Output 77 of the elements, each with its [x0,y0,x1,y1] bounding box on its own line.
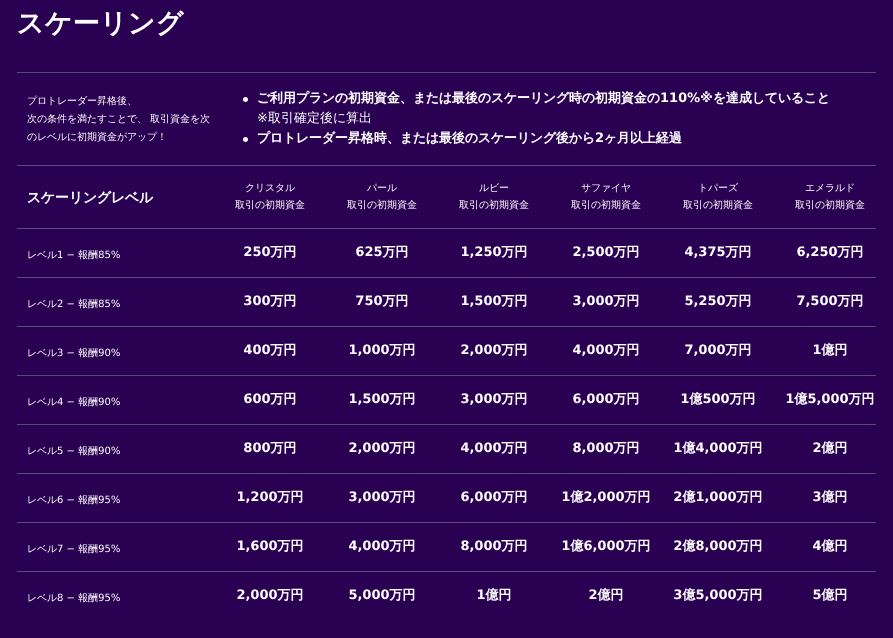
table-cell-text: 7,500万円 [796,293,864,312]
table-cell-text: 4億円 [812,538,848,556]
table-cell-text: 3億5,000万円 [673,586,763,606]
table-cell-text: 5,000万円 [348,587,416,606]
column-header: クリスタル [245,182,295,196]
table-cell-text: 2億1,000万円 [673,488,763,508]
level-label: レベル8 − 報酬95% [27,593,120,604]
table-cell-text: 1億円 [476,586,512,606]
table-cell-text: 1,500万円 [460,293,528,312]
table-cell-text: 4,000万円 [348,538,416,556]
table-cell-text: 7,000万円 [684,342,752,360]
table-cell-text: 4,375万円 [684,244,752,262]
table-cell-text: 1,600万円 [236,538,304,556]
table-cell-text: 1,200万円 [236,489,304,508]
table-cell-text: 4,000万円 [572,342,640,360]
table-cell-text: 2,500万円 [572,244,640,262]
bullet-icon [242,96,248,102]
column-subheader: 取引の初期資金 [683,198,753,213]
table-cell-text: 4,000万円 [460,440,528,458]
table-cell-text: 1億500万円 [680,390,756,410]
table-cell-text: 6,000万円 [572,391,640,410]
page-title: スケーリング [17,7,184,41]
table-cell-text: 1,500万円 [348,391,416,410]
table-cell-text: 8,000万円 [460,538,528,556]
table-cell-text: 2,000万円 [460,342,528,360]
table-cell-text: 3,000万円 [572,293,640,312]
column-subheader: 取引の初期資金 [347,198,417,213]
column-subheader: 取引の初期資金 [795,198,865,213]
condition-text: ご利用プランの初期資金、または最後のスケーリング時の初期資金の110%※を達成していること [257,90,830,108]
column-header: パール [367,182,397,196]
table-cell-text: 400万円 [243,342,297,360]
table-cell-text: 2億8,000万円 [673,538,763,556]
table-cell-text: 600万円 [243,391,297,410]
table-cell-text: 3億円 [812,488,848,508]
table-cell-text: 3,000万円 [460,391,528,410]
column-header: スケーリングレベル [27,190,153,206]
table-cell-text: 6,250万円 [796,244,864,262]
bullet-icon [242,136,248,142]
table-cell-text: 1億4,000万円 [673,440,763,458]
table-cell-text: 8,000万円 [572,440,640,458]
level-label: レベル1 − 報酬85% [27,250,120,261]
condition-text: プロトレーダー昇格時、または最後のスケーリング後から2ヶ月以上経過 [257,130,682,148]
table-cell-text: 5億円 [812,586,848,606]
column-header: サファイヤ [581,182,631,196]
column-header: ルビー [479,182,509,196]
table-cell-text: 1,250万円 [460,244,528,262]
column-subheader: 取引の初期資金 [571,198,641,213]
table-cell-text: 2億円 [588,586,624,606]
table-cell-text: 750万円 [355,293,409,312]
table-cell-text: 3,000万円 [348,489,416,508]
level-label: レベル6 − 報酬95% [27,495,120,506]
condition-note: ※取引確定後に算出 [257,110,372,128]
table-cell-text: 1億円 [812,342,848,360]
table-cell-text: 2億円 [812,440,848,458]
table-cell-text: 6,000万円 [460,489,528,508]
table-cell-text: 1,000万円 [348,342,416,360]
level-label: レベル4 − 報酬90% [27,397,120,408]
table-cell-text: 1億5,000万円 [785,390,875,410]
table-cell-text: 300万円 [243,293,297,312]
column-subheader: 取引の初期資金 [459,198,529,213]
column-subheader: 取引の初期資金 [235,198,305,213]
table-cell-text: 5,250万円 [684,293,752,312]
level-label: レベル2 − 報酬85% [27,299,120,310]
level-label: レベル7 − 報酬95% [27,544,120,555]
level-label: レベル5 − 報酬90% [27,446,120,457]
intro-text: 次の条件を満たすことで、 取引資金を次のレベルに初期資金がアップ！ [27,112,212,145]
table-cell-text: 2,000万円 [236,587,304,606]
intro-text: プロトレーダー昇格後、 [27,94,138,109]
table-cell-text: 2,000万円 [348,440,416,458]
table-cell-text: 250万円 [243,244,297,262]
table-cell-text: 1億6,000万円 [561,538,651,556]
level-label: レベル3 − 報酬90% [27,348,120,359]
table-cell-text: 1億2,000万円 [561,488,651,508]
column-header: トパーズ [698,182,738,196]
column-header: エメラルド [805,182,855,196]
table-cell-text: 800万円 [243,440,297,458]
table-cell-text: 625万円 [355,244,409,262]
